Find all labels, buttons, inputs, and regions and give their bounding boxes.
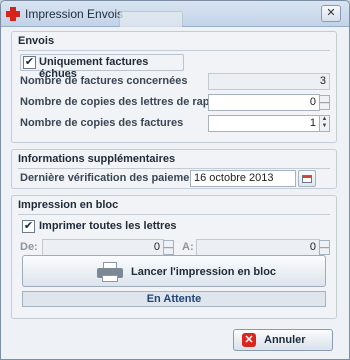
reminder-copies-field[interactable]: 0 [208,94,320,111]
info-group: Informations supplémentaires Dernière vé… [11,149,337,189]
cancel-label: Annuler [264,334,306,346]
from-label: De: [20,241,38,253]
divider [18,50,330,51]
printer-icon [97,262,123,282]
invoice-copies-label: Nombre de copies des factures [20,117,184,129]
unpaid-only-checkbox-row[interactable]: ✔ Uniquement factures échues [20,54,184,80]
to-stepper: — [319,240,330,255]
print-all-label[interactable]: Imprimer toutes les lettres [39,220,177,232]
calendar-button[interactable] [298,170,316,187]
envois-group-title: Envois [18,35,55,47]
spinner-down-icon[interactable]: ▼ [320,123,329,130]
start-bulk-print-button[interactable]: Lancer l'impression en bloc [22,255,326,287]
reminder-copies-label: Nombre de copies des lettres de rappel [20,96,226,108]
invoice-copies-field[interactable]: 1 [208,115,320,132]
background-tab [119,11,183,27]
from-field: 0 [42,239,164,256]
unpaid-only-checkbox[interactable]: ✔ [23,56,36,69]
calendar-icon [302,175,312,183]
info-group-title: Informations supplémentaires [18,153,176,165]
print-all-checkbox[interactable]: ✔ [22,220,35,233]
invoice-count-field: 3 [208,73,330,90]
status-badge: En Attente [22,291,326,307]
last-check-date-field[interactable]: 16 octobre 2013 [190,170,296,187]
to-label: A: [182,241,194,253]
red-cross-app-icon [6,7,20,21]
divider [18,168,330,169]
reminder-copies-stepper[interactable]: — [319,95,330,110]
cancel-button[interactable]: ✕ Annuler [233,329,333,351]
last-check-label: Dernière vérification des paiements [20,172,206,184]
bulk-group-title: Impression en bloc [18,199,119,211]
from-stepper: — [163,240,174,255]
divider [18,214,330,215]
cancel-icon: ✕ [242,333,256,347]
to-field: 0 [196,239,320,256]
envois-group: Envois ✔ Uniquement factures échues Nomb… [11,31,337,143]
invoice-count-label: Nombre de factures concernées [20,75,188,87]
invoice-copies-spinner[interactable]: ▲ ▼ [319,115,330,132]
bulk-print-group: Impression en bloc ✔ Imprimer toutes les… [11,195,337,319]
dialog-window: Impression Envois ✕ Envois ✔ Uniquement … [0,0,350,360]
window-title: Impression Envois [25,7,124,21]
title-bar[interactable]: Impression Envois ✕ [1,1,349,27]
close-button[interactable]: ✕ [321,5,341,22]
start-bulk-print-label: Lancer l'impression en bloc [131,266,277,278]
spinner-up-icon[interactable]: ▲ [320,116,329,123]
